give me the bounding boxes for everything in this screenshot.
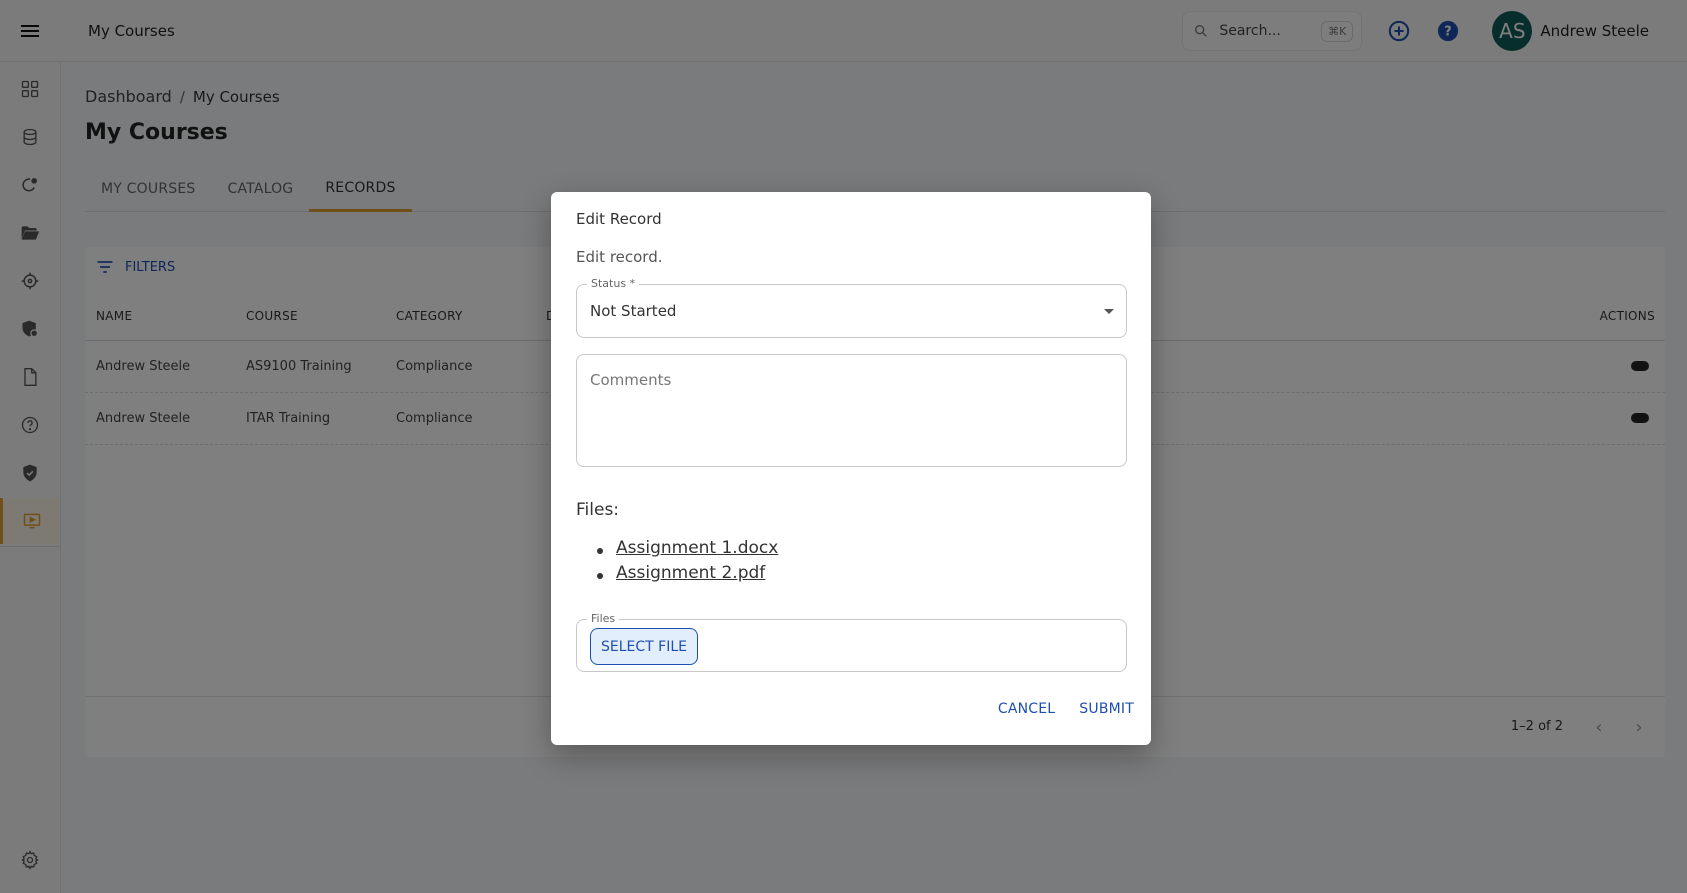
comments-input[interactable]	[577, 355, 1126, 466]
dialog-actions: CANCEL SUBMIT	[998, 701, 1134, 717]
upload-label: Files	[587, 612, 620, 625]
dialog-title: Edit Record	[576, 210, 662, 228]
status-select[interactable]: Status * Not Started	[576, 277, 1127, 338]
status-label: Status *	[587, 277, 640, 290]
select-file-button[interactable]: SELECT FILE	[590, 628, 698, 665]
file-item: Assignment 2.pdf	[591, 563, 778, 588]
edit-record-dialog: Edit Record Edit record. Status * Not St…	[551, 192, 1151, 745]
status-value: Not Started	[590, 302, 677, 320]
files-heading: Files:	[576, 500, 620, 520]
file-link[interactable]: Assignment 2.pdf	[616, 563, 765, 583]
submit-button[interactable]: SUBMIT	[1079, 701, 1134, 717]
cancel-button[interactable]: CANCEL	[998, 701, 1055, 717]
dialog-description: Edit record.	[576, 248, 663, 266]
file-link[interactable]: Assignment 1.docx	[616, 538, 778, 558]
comments-field	[576, 354, 1127, 467]
file-item: Assignment 1.docx	[591, 538, 778, 563]
files-list: Assignment 1.docx Assignment 2.pdf	[591, 538, 778, 588]
chevron-down-icon	[1104, 309, 1114, 314]
file-upload-field: Files SELECT FILE	[576, 612, 1127, 672]
